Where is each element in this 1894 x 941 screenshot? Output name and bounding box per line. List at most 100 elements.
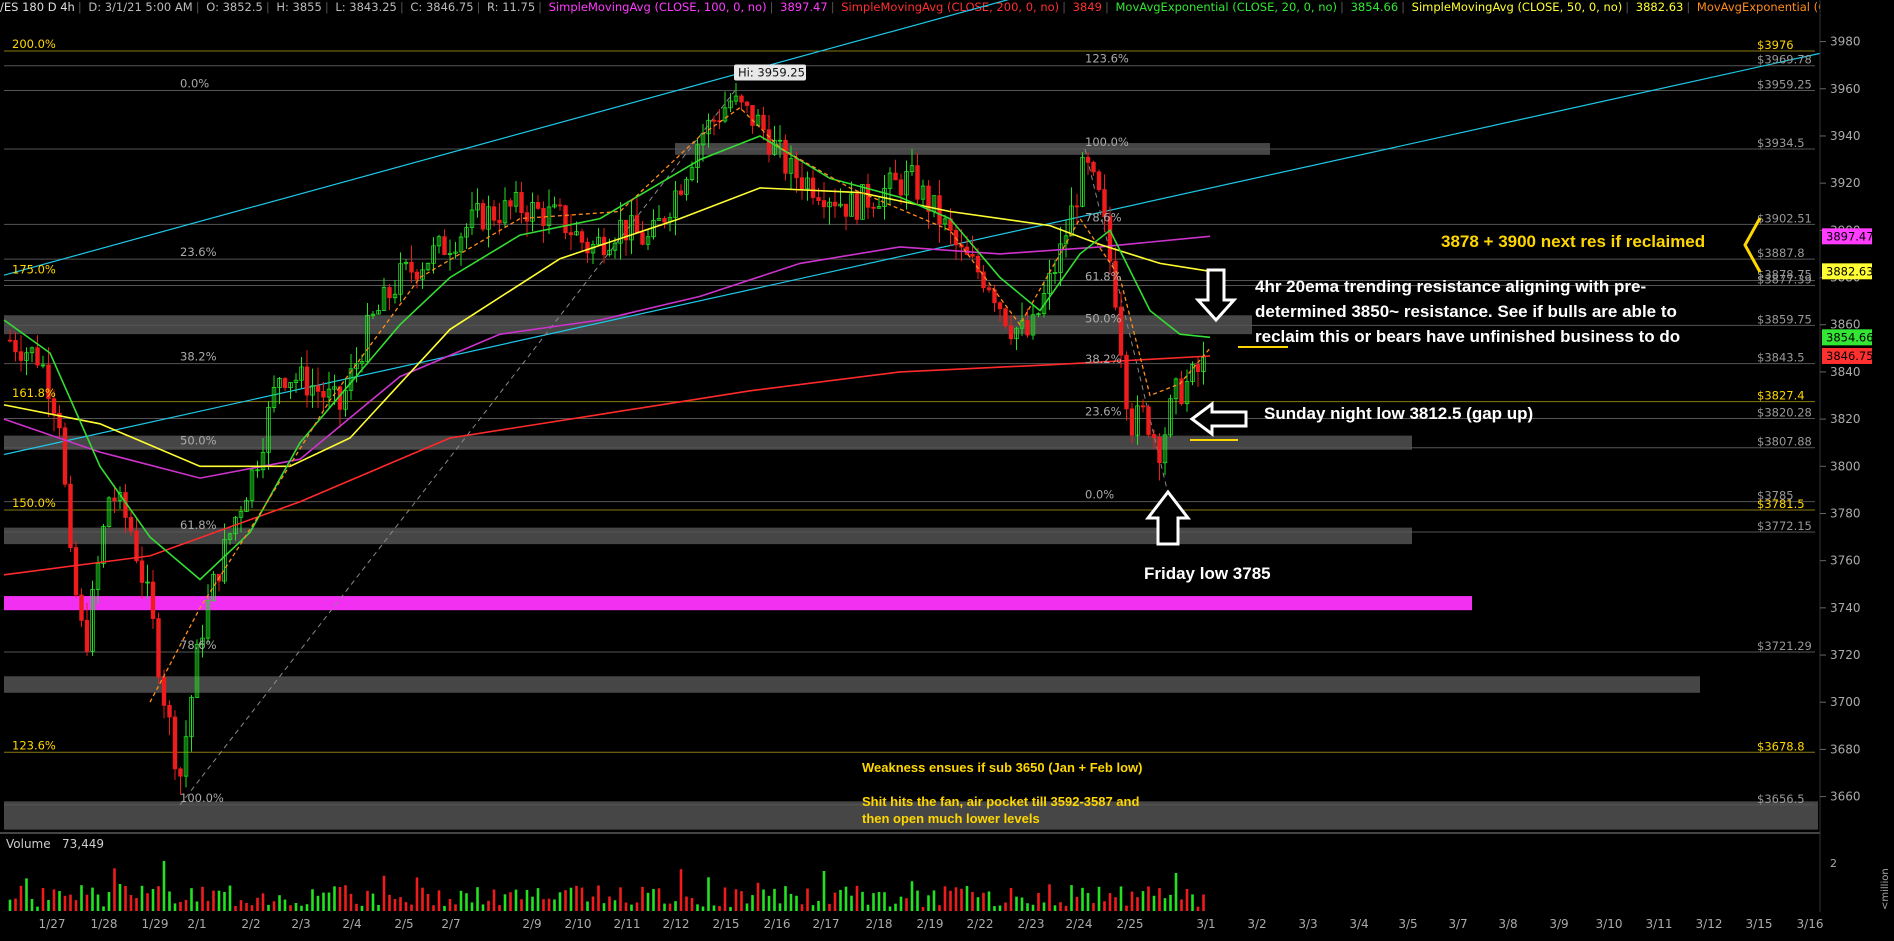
volume-bar	[998, 905, 1002, 911]
time-tick-label: 3/15	[1746, 917, 1773, 931]
candle-body	[7, 339, 13, 342]
volume-bar	[740, 891, 743, 911]
volume-bar	[107, 892, 111, 911]
volume-bar	[102, 906, 105, 911]
time-tick-label: 2/9	[522, 917, 541, 931]
time-tick-label: 2/5	[394, 917, 413, 931]
candle-body	[68, 483, 73, 549]
volume-bar	[976, 897, 980, 911]
volume-bar	[30, 899, 34, 911]
volume-bar	[591, 896, 595, 911]
fib-level-label: 100.0%	[180, 791, 224, 805]
candle-body	[84, 619, 90, 652]
volume-bar	[157, 886, 160, 911]
volume-bar	[657, 888, 661, 911]
volume-bar	[663, 903, 666, 911]
candle-body	[134, 530, 139, 562]
volume-bar	[696, 904, 699, 911]
volume-bar	[118, 883, 122, 911]
volume-bar	[514, 889, 518, 911]
volume-pane[interactable]: Volume 73,449 2 <million	[6, 837, 1891, 911]
volume-bar	[1048, 884, 1051, 911]
price-axis[interactable]: 3660 3680 3700 3720 3740 3760 3780 3800 3820 3840…	[1819, 0, 1894, 941]
volume-bar	[685, 896, 688, 911]
time-tick-label: 3/12	[1696, 917, 1723, 931]
candle-body	[799, 177, 805, 190]
volume-bar	[305, 904, 309, 911]
volume-bar	[234, 905, 237, 911]
volume-bar	[822, 870, 826, 911]
volume-bar	[866, 904, 870, 911]
volume-bar	[14, 898, 17, 911]
time-tick-label: 2/10	[565, 917, 592, 931]
volume-bar	[910, 881, 914, 911]
annotation-friday-low: Friday low 3785	[1144, 564, 1271, 583]
volume-bar	[608, 896, 611, 911]
volume-bar	[635, 902, 639, 911]
time-tick-label: 3/8	[1498, 917, 1517, 931]
level-price-label: $3859.75	[1757, 312, 1812, 326]
volume-bar	[1125, 905, 1128, 911]
volume-bar	[877, 892, 881, 911]
volume-bar	[536, 888, 540, 911]
volume-bar	[547, 898, 551, 911]
volume-bar	[179, 901, 182, 911]
candle-body	[915, 165, 920, 200]
volume-bar	[531, 896, 534, 911]
volume-bar	[1015, 896, 1018, 911]
volume-bar	[410, 904, 413, 911]
volume-bar	[569, 887, 573, 911]
time-tick-label: 1/27	[39, 917, 66, 931]
hi-label: Hi: 3959.25	[738, 66, 805, 80]
level-price-label: $3976	[1757, 38, 1794, 52]
fib-level-label: 50.0%	[180, 433, 217, 447]
time-tick-label: 3/16	[1797, 917, 1824, 931]
candle-body	[1025, 320, 1030, 336]
time-tick-label: 3/5	[1398, 917, 1417, 931]
candle-body	[585, 241, 590, 254]
candle-body	[519, 192, 524, 214]
candle-body	[150, 581, 156, 619]
volume-bar	[602, 903, 606, 911]
volume-bar	[542, 899, 545, 911]
price-tick-label: 3980	[1830, 35, 1861, 49]
volume-bar	[1009, 887, 1013, 911]
volume-bar	[135, 898, 138, 911]
price-tick-label: 3840	[1830, 365, 1861, 379]
volume-bar	[195, 901, 199, 911]
trendline-upper	[3, 0, 1010, 276]
level-price-label: $3820.28	[1757, 405, 1812, 419]
volume-bar	[756, 882, 760, 911]
fib-level-label: 50.0%	[1085, 311, 1122, 325]
volume-bar	[679, 869, 683, 911]
volume-bar	[245, 902, 248, 911]
volume-bar	[476, 887, 479, 911]
candle-body	[497, 219, 502, 224]
volume-bar	[1031, 904, 1035, 911]
candle-body	[970, 253, 975, 257]
time-tick-label: 1/28	[91, 917, 118, 931]
time-axis[interactable]: 1/27 1/28 1/29 2/1 2/2 2/3 2/4 2/5 2/7 2/9 2/10 2/1…	[0, 912, 1894, 941]
volume-bar	[129, 895, 133, 911]
price-chart[interactable]: $3976$3969.78 $3959.25 $3934.5 $3902.51 $388…	[0, 0, 1894, 941]
volume-bar	[729, 906, 732, 911]
candle-body	[387, 287, 392, 299]
candle-body	[739, 95, 744, 103]
volume-bar	[58, 891, 61, 911]
time-tick-label: 3/7	[1448, 917, 1467, 931]
volume-bar	[1141, 891, 1145, 911]
candle-body	[750, 105, 755, 126]
volume-bar	[707, 877, 710, 911]
volume-bar	[344, 885, 347, 911]
volume-bar	[278, 895, 281, 911]
time-tick-label: 2/3	[291, 917, 310, 931]
volume-bar	[162, 861, 166, 911]
candle-body	[508, 200, 513, 207]
candle-body	[51, 398, 57, 414]
volume-bar	[91, 887, 94, 911]
volume-bar	[338, 886, 342, 911]
price-tick-label: 3680	[1830, 742, 1861, 756]
volume-bar	[630, 904, 633, 911]
time-tick-label: 3/10	[1596, 917, 1623, 931]
volume-bar	[954, 887, 958, 911]
